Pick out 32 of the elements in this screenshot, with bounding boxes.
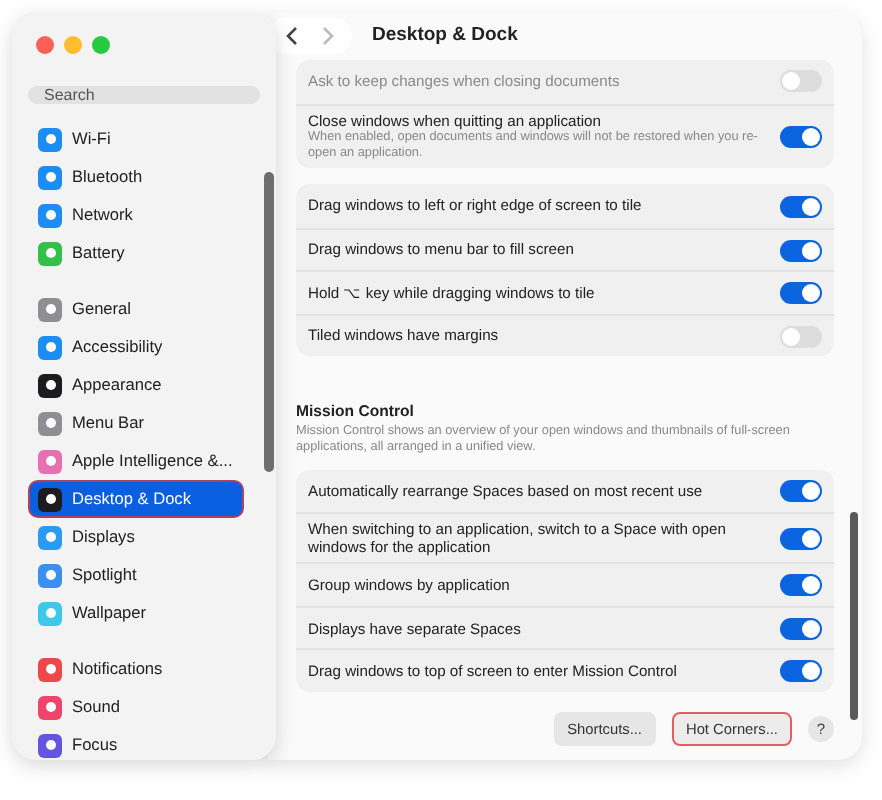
toggle-switch[interactable] <box>780 195 822 218</box>
sidebar-item[interactable]: Notifications <box>28 650 244 688</box>
close-button[interactable] <box>36 36 54 54</box>
sidebar-item[interactable]: Focus <box>28 726 244 764</box>
sidebar-item[interactable]: General <box>28 290 244 328</box>
chevron-left-icon <box>286 26 298 46</box>
sidebar-item[interactable]: Desktop & Dock <box>28 480 244 518</box>
toggle-switch[interactable] <box>780 282 822 305</box>
sidebar-item[interactable]: Bluetooth <box>28 158 244 196</box>
toggle-switch[interactable] <box>780 574 822 597</box>
toggle-switch[interactable] <box>780 239 822 262</box>
sidebar-item[interactable]: Battery <box>28 234 244 272</box>
toggle-switch[interactable] <box>780 479 822 502</box>
toggle-switch[interactable] <box>780 617 822 640</box>
sidebar-item[interactable]: Wallpaper <box>28 594 244 632</box>
sidebar-item[interactable]: Apple Intelligence &... <box>28 442 244 480</box>
sidebar-item[interactable]: Network <box>28 196 244 234</box>
toggle-switch[interactable] <box>780 660 822 683</box>
sidebar-item[interactable]: Appearance <box>28 366 244 404</box>
toggle-switch[interactable] <box>780 125 822 148</box>
window-title: Desktop & Dock <box>372 21 518 50</box>
sidebar-item[interactable]: Sound <box>28 688 244 726</box>
sidebar-item[interactable]: Menu Bar <box>28 404 244 442</box>
search-field[interactable]: Search <box>28 86 260 104</box>
sidebar-item[interactable]: Spotlight <box>28 556 244 594</box>
sidebar-item[interactable]: Displays <box>28 518 244 556</box>
toggle-switch[interactable] <box>780 527 822 550</box>
sidebar-item[interactable]: Accessibility <box>28 328 244 366</box>
chevron-right-icon <box>322 26 334 46</box>
toggle-switch[interactable] <box>780 70 822 93</box>
sidebar-item[interactable]: Wi-Fi <box>28 120 244 158</box>
toggle-switch[interactable] <box>780 325 822 348</box>
